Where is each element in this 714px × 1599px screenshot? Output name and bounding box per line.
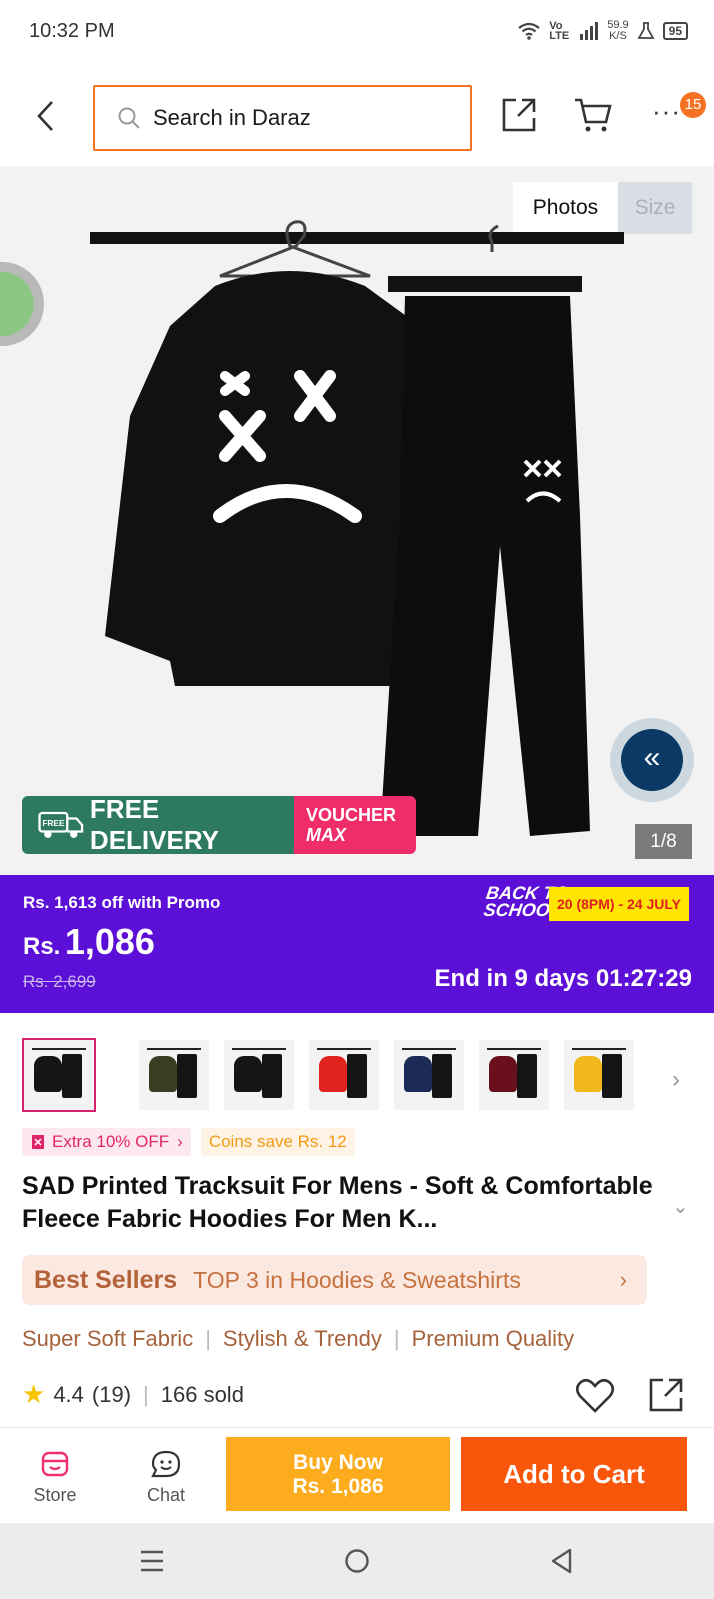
promo-tags: Extra 10% OFF › Coins save Rs. 12 [22,1128,355,1156]
double-chevron-left-icon: « [621,729,683,791]
thumbnails-next-icon[interactable]: › [672,1066,680,1094]
tab-size[interactable]: Size [618,182,692,234]
image-counter: 1/8 [635,824,692,859]
system-nav-bar [0,1523,714,1599]
ranking-text: TOP 3 in Hoodies & Sweatshirts [193,1266,521,1293]
chevron-right-icon: › [177,1132,183,1151]
share-icon[interactable] [500,96,538,134]
product-photo [105,220,590,836]
more-options-icon[interactable]: ··· [652,96,681,127]
star-icon: ★ [22,1379,46,1409]
wifi-icon [518,22,540,40]
network-speed: 59.9 K/S [607,19,629,42]
chevron-right-icon: › [619,1267,627,1292]
original-price: Rs. 2,699 [23,972,96,991]
flask-icon [637,22,655,39]
promo-discount-text: Rs. 1,613 off with Promo [23,893,221,912]
free-delivery-badge: FREE FREE DELIVERY [22,794,294,855]
product-image-gallery[interactable]: Photos Size « FREE FREE DELIVERY VOUCHER… [0,166,714,875]
sold-count: 166 sold [160,1381,244,1407]
top-header: Search in Daraz ··· 15 [0,66,714,166]
current-price: Rs. 1,086 [23,921,155,962]
status-bar: 10:32 PM Vo LTE 59.9 K/S 95 [0,0,714,66]
product-title: SAD Printed Tracksuit For Mens - Soft & … [22,1172,653,1233]
extra-off-tag[interactable]: Extra 10% OFF › [22,1128,191,1156]
status-time: 10:32 PM [29,20,115,42]
thumbnail-item[interactable] [22,1038,96,1112]
signal-icon [580,22,599,40]
search-placeholder: Search in Daraz [153,105,311,130]
free-small-label: FREE [42,818,65,828]
flash-sale-banner: Rs. 1,613 off with Promo Rs. 1,086 Rs. 2… [0,875,714,1013]
thumbnail-item[interactable] [394,1040,464,1110]
share-icon[interactable] [647,1376,685,1414]
thumbnail-item[interactable] [309,1040,379,1110]
expand-title-icon[interactable]: ⌄ [672,1194,689,1219]
thumbnail-item[interactable] [224,1040,294,1110]
free-delivery-text: FREE DELIVERY [89,794,219,855]
variant-thumbnails [22,1038,692,1114]
voucher-icon [32,1135,44,1149]
countdown-timer: End in 9 days 01:27:29 [434,965,692,992]
notification-badge: 15 [680,92,706,118]
buy-now-button[interactable]: Buy Now Rs. 1,086 [226,1437,450,1511]
store-button[interactable]: Store [20,1450,90,1506]
chat-icon [151,1450,181,1478]
thumbnail-item[interactable] [479,1040,549,1110]
rating-row[interactable]: ★ 4.4 (19) | 166 sold [22,1379,244,1410]
rating-value: 4.4 [53,1381,84,1407]
search-input[interactable]: Search in Daraz [93,85,472,151]
battery-indicator: 95 [662,22,688,40]
back-icon[interactable] [550,1548,574,1574]
feature-item: Stylish & Trendy [222,1326,382,1351]
feature-divider: | [205,1326,211,1351]
coins-tag: Coins save Rs. 12 [200,1128,355,1156]
status-icons: Vo LTE 59.9 K/S 95 [517,20,688,42]
rating-divider: | [143,1381,149,1407]
home-icon[interactable] [344,1548,370,1574]
best-sellers-label: Best Sellers [34,1265,178,1294]
recent-apps-icon[interactable] [139,1549,165,1573]
heart-icon[interactable] [575,1378,615,1414]
promo-banner: FREE FREE DELIVERY VOUCHER MAX [22,794,416,855]
campaign-dates: 20 (8PM) - 24 JULY [549,887,689,921]
side-float-button[interactable] [0,262,44,346]
back-arrow-icon[interactable] [36,100,56,132]
voucher-max-badge: VOUCHER MAX [294,796,416,854]
feature-highlights: Super Soft Fabric | Stylish & Trendy | P… [22,1326,574,1352]
cart-icon[interactable] [573,96,613,134]
chat-button[interactable]: Chat [131,1450,201,1506]
network-label: Vo LTE [549,20,570,42]
best-sellers-banner[interactable]: Best Sellers TOP 3 in Hoodies & Sweatshi… [22,1255,647,1305]
bottom-action-bar: Store Chat Buy Now Rs. 1,086 Add to Cart [0,1427,714,1523]
truck-icon: FREE [38,811,84,838]
search-icon [118,107,140,129]
thumbnail-item[interactable] [139,1040,209,1110]
collapse-button[interactable]: « [610,718,694,802]
review-count: (19) [91,1381,132,1407]
store-icon [41,1451,69,1477]
thumbnail-item[interactable] [564,1040,634,1110]
feature-divider: | [393,1326,400,1351]
feature-item: Premium Quality [411,1326,575,1351]
add-to-cart-button[interactable]: Add to Cart [461,1437,687,1511]
feature-item: Super Soft Fabric [22,1326,194,1351]
